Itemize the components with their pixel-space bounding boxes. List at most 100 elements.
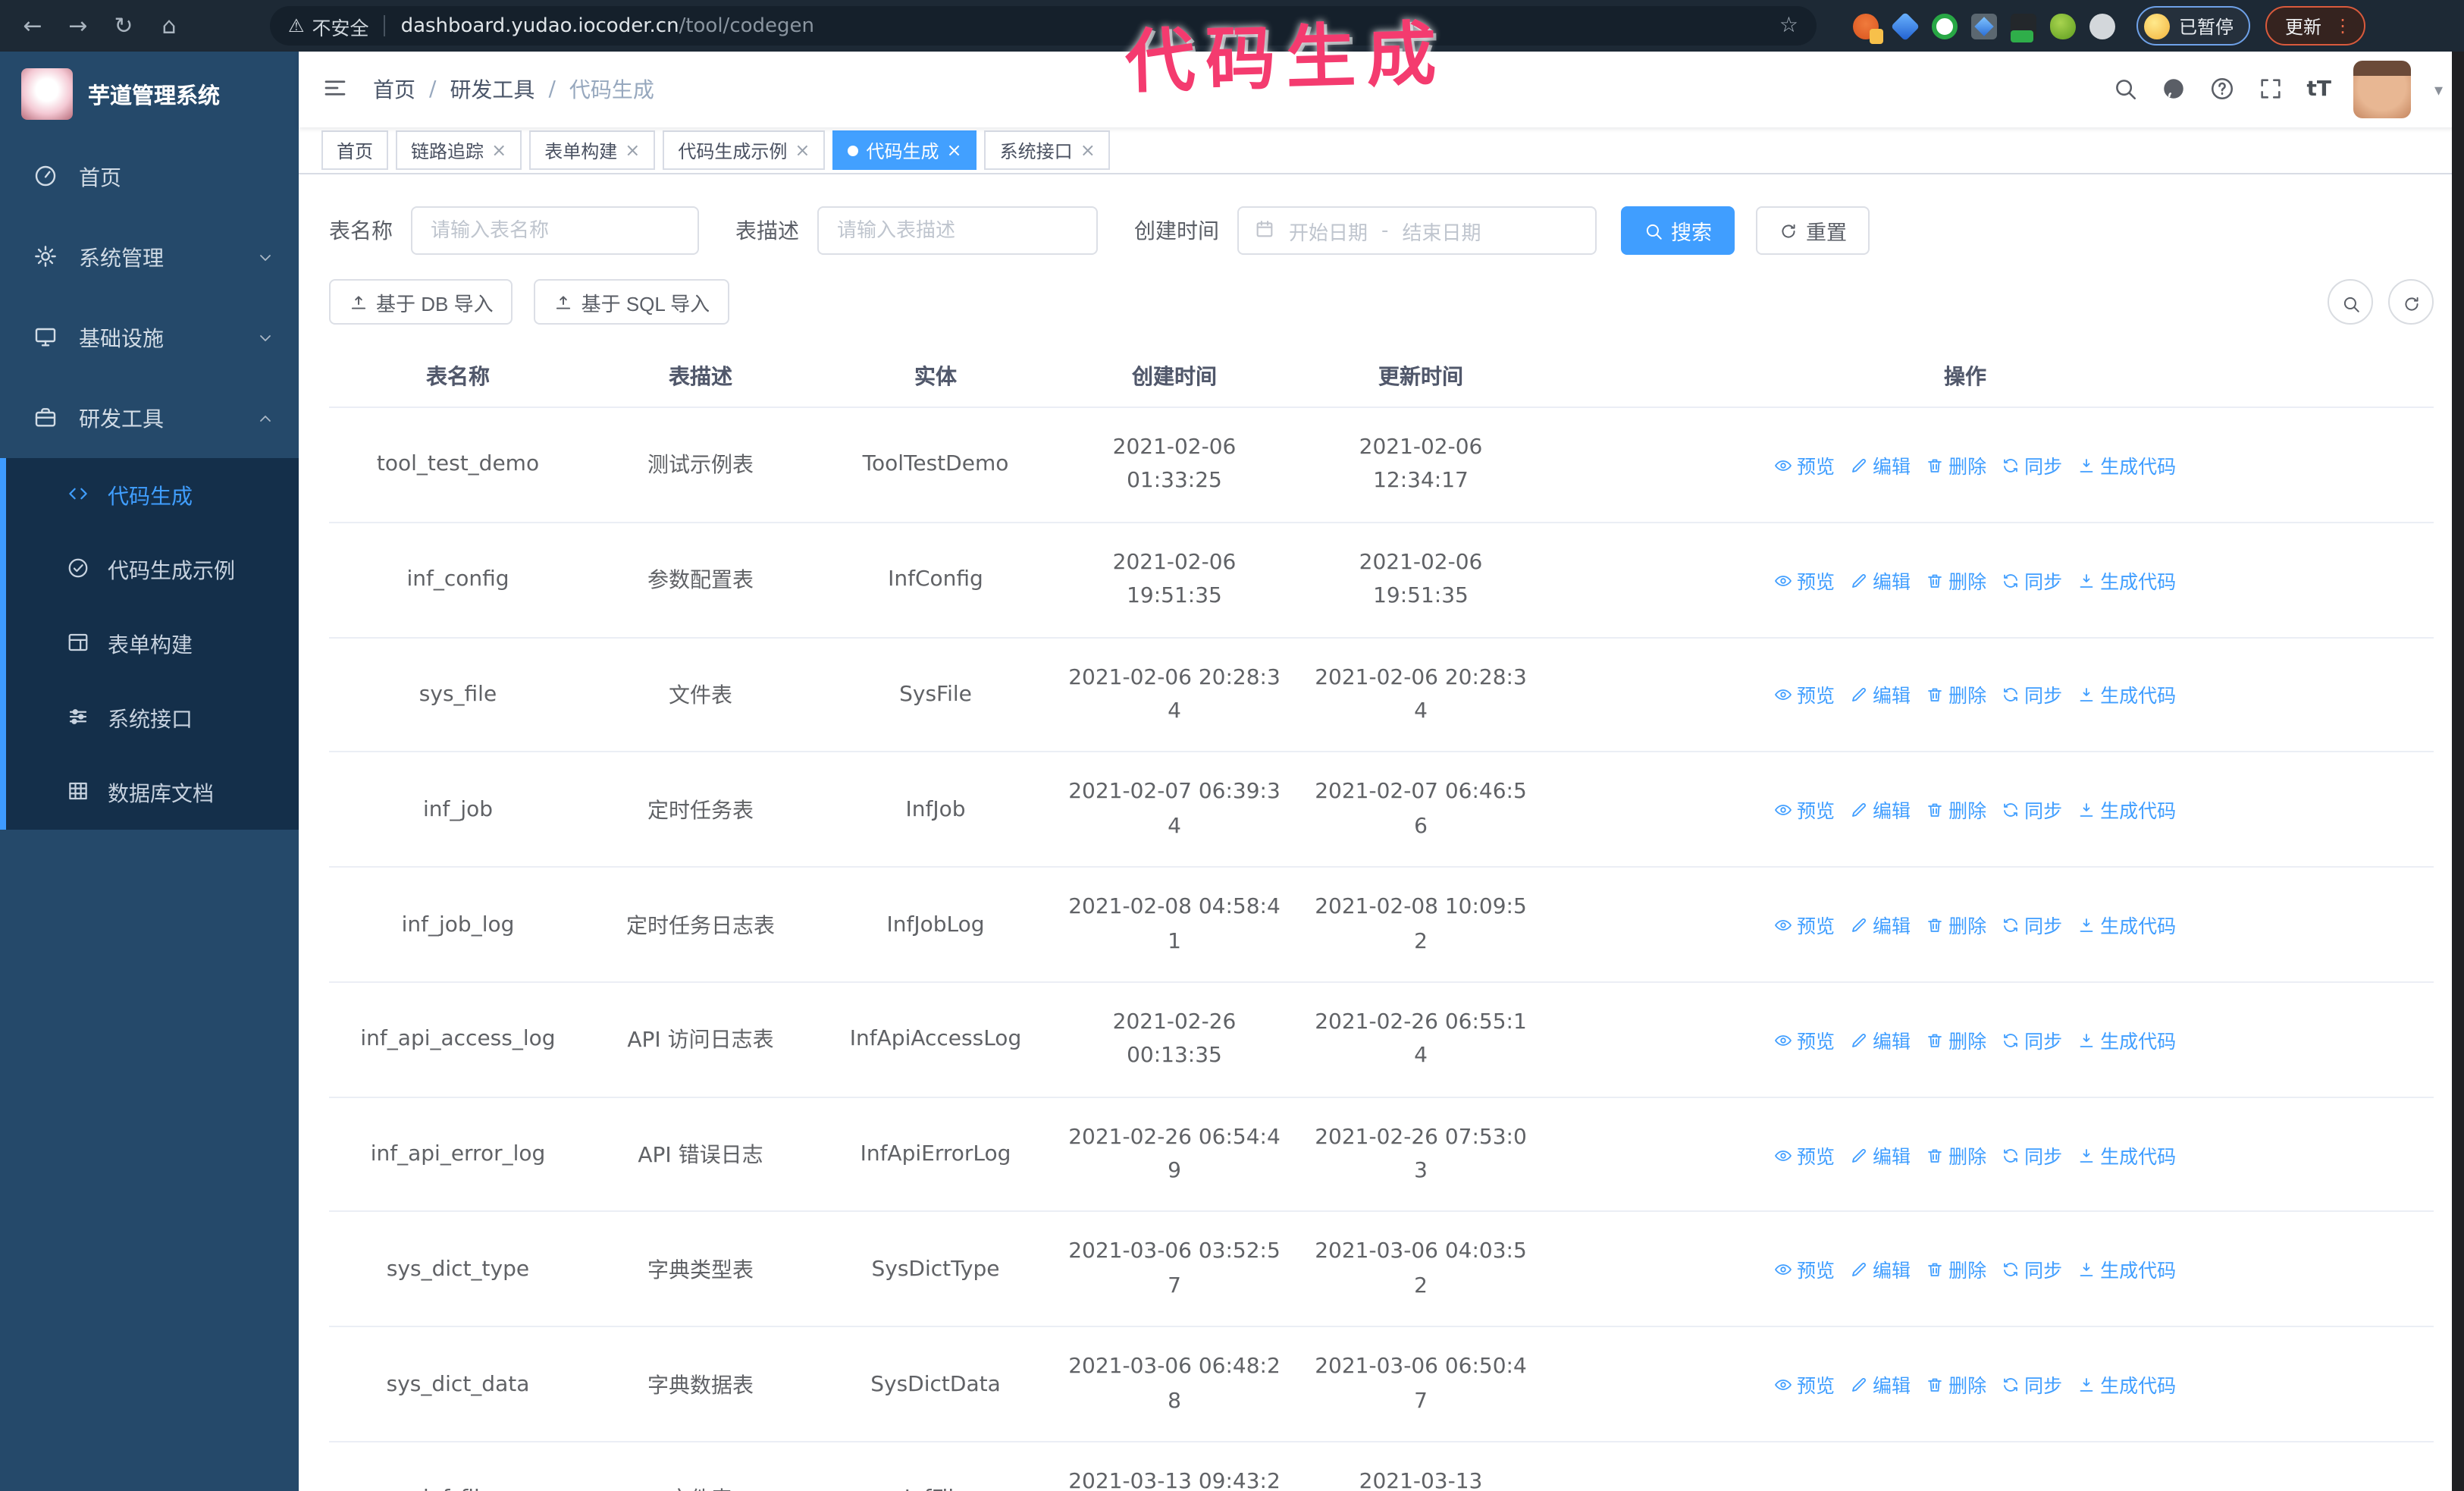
submenu-item-代码生成[interactable]: 代码生成 [6, 458, 299, 532]
search-button[interactable]: 搜索 [1621, 206, 1735, 255]
action-预览[interactable]: 预览 [1774, 1025, 1835, 1054]
browser-forward-icon[interactable]: → [65, 12, 91, 39]
sidebar-item-研发工具[interactable]: 研发工具 [0, 378, 299, 458]
breadcrumb-item[interactable]: 研发工具 [450, 74, 534, 105]
action-删除[interactable]: 删除 [1926, 1025, 1986, 1054]
action-同步[interactable]: 同步 [2002, 450, 2062, 479]
action-编辑[interactable]: 编辑 [1850, 1140, 1911, 1169]
action-生成代码[interactable]: 生成代码 [2077, 1140, 2176, 1169]
submenu-item-表单构建[interactable]: 表单构建 [6, 607, 299, 681]
action-同步[interactable]: 同步 [2002, 1140, 2062, 1169]
action-编辑[interactable]: 编辑 [1850, 1485, 1911, 1491]
action-编辑[interactable]: 编辑 [1850, 450, 1911, 479]
action-生成代码[interactable]: 生成代码 [2077, 910, 2176, 939]
action-生成代码[interactable]: 生成代码 [2077, 1025, 2176, 1054]
action-预览[interactable]: 预览 [1774, 1140, 1835, 1169]
action-预览[interactable]: 预览 [1774, 680, 1835, 709]
sidebar-item-首页[interactable]: 首页 [0, 137, 299, 217]
action-编辑[interactable]: 编辑 [1850, 1255, 1911, 1284]
submenu-item-数据库文档[interactable]: 数据库文档 [6, 755, 299, 830]
extension-icon[interactable] [1853, 13, 1883, 43]
puzzle-extension-icon[interactable] [2089, 13, 2115, 39]
action-预览[interactable]: 预览 [1774, 565, 1835, 594]
action-编辑[interactable]: 编辑 [1850, 910, 1911, 939]
action-预览[interactable]: 预览 [1774, 795, 1835, 824]
action-预览[interactable]: 预览 [1774, 1485, 1835, 1491]
table-desc-input[interactable] [817, 206, 1098, 255]
refresh-table-button[interactable] [2388, 279, 2434, 325]
chevron-down-icon[interactable]: ▾ [2434, 80, 2443, 99]
action-生成代码[interactable]: 生成代码 [2077, 565, 2176, 594]
scrollbar[interactable] [2452, 52, 2464, 1491]
action-生成代码[interactable]: 生成代码 [2077, 1255, 2176, 1284]
extension-icon[interactable] [1932, 13, 1958, 39]
bookmark-star-icon[interactable]: ☆ [1779, 14, 1798, 38]
import-db-button[interactable]: 基于 DB 导入 [329, 279, 513, 325]
action-删除[interactable]: 删除 [1926, 910, 1986, 939]
font-size-icon[interactable]: tT [2306, 77, 2331, 102]
action-生成代码[interactable]: 生成代码 [2077, 450, 2176, 479]
action-同步[interactable]: 同步 [2002, 1485, 2062, 1491]
avatar[interactable] [2353, 61, 2412, 118]
fullscreen-icon[interactable] [2258, 75, 2284, 104]
extension-icon[interactable] [2011, 13, 2036, 42]
toggle-search-button[interactable] [2328, 279, 2373, 325]
tab-close-icon[interactable]: × [625, 140, 640, 161]
action-删除[interactable]: 删除 [1926, 795, 1986, 824]
action-删除[interactable]: 删除 [1926, 1485, 1986, 1491]
browser-reload-icon[interactable]: ↻ [111, 12, 136, 39]
action-同步[interactable]: 同步 [2002, 565, 2062, 594]
app-logo[interactable]: 芋道管理系统 [0, 52, 299, 137]
extension-icon[interactable] [1890, 11, 1920, 41]
reset-button[interactable]: 重置 [1756, 206, 1870, 255]
tab-close-icon[interactable]: × [491, 140, 506, 161]
action-编辑[interactable]: 编辑 [1850, 795, 1911, 824]
action-预览[interactable]: 预览 [1774, 1255, 1835, 1284]
table-name-input[interactable] [411, 206, 699, 255]
action-同步[interactable]: 同步 [2002, 1370, 2062, 1398]
action-同步[interactable]: 同步 [2002, 1025, 2062, 1054]
tab-系统接口[interactable]: 系统接口 × [984, 130, 1111, 170]
tab-代码生成示例[interactable]: 代码生成示例 × [663, 130, 826, 170]
tab-close-icon[interactable]: × [947, 140, 962, 161]
action-生成代码[interactable]: 生成代码 [2077, 680, 2176, 709]
action-编辑[interactable]: 编辑 [1850, 1025, 1911, 1054]
date-range-picker[interactable]: 开始日期 - 结束日期 [1237, 206, 1597, 255]
action-生成代码[interactable]: 生成代码 [2077, 1485, 2176, 1491]
action-同步[interactable]: 同步 [2002, 910, 2062, 939]
action-生成代码[interactable]: 生成代码 [2077, 1370, 2176, 1398]
search-icon[interactable] [2112, 75, 2138, 104]
sidebar-item-系统管理[interactable]: 系统管理 [0, 217, 299, 297]
action-编辑[interactable]: 编辑 [1850, 565, 1911, 594]
extension-icon[interactable] [2050, 13, 2076, 39]
action-同步[interactable]: 同步 [2002, 1255, 2062, 1284]
breadcrumb-item[interactable]: 首页 [373, 74, 415, 105]
action-同步[interactable]: 同步 [2002, 680, 2062, 709]
action-编辑[interactable]: 编辑 [1850, 1370, 1911, 1398]
action-预览[interactable]: 预览 [1774, 910, 1835, 939]
submenu-item-代码生成示例[interactable]: 代码生成示例 [6, 532, 299, 607]
action-删除[interactable]: 删除 [1926, 1140, 1986, 1169]
address-bar[interactable]: ⚠ 不安全 dashboard.yudao.iocoder.cn /tool/c… [270, 6, 1817, 46]
browser-home-icon[interactable]: ⌂ [156, 12, 182, 39]
tab-close-icon[interactable]: × [795, 140, 810, 161]
tab-close-icon[interactable]: × [1080, 140, 1096, 161]
extension-icon[interactable] [1971, 13, 1997, 39]
tab-代码生成[interactable]: 代码生成 × [832, 130, 977, 170]
action-删除[interactable]: 删除 [1926, 450, 1986, 479]
action-删除[interactable]: 删除 [1926, 680, 1986, 709]
sidebar-collapse-icon[interactable] [321, 74, 349, 105]
browser-menu-icon[interactable]: ⋮ [2334, 15, 2352, 36]
action-预览[interactable]: 预览 [1774, 450, 1835, 479]
browser-back-icon[interactable]: ← [20, 12, 45, 39]
sidebar-item-基础设施[interactable]: 基础设施 [0, 297, 299, 378]
action-同步[interactable]: 同步 [2002, 795, 2062, 824]
action-删除[interactable]: 删除 [1926, 1255, 1986, 1284]
action-预览[interactable]: 预览 [1774, 1370, 1835, 1398]
tab-表单构建[interactable]: 表单构建 × [529, 130, 656, 170]
browser-update-button[interactable]: 更新 ⋮ [2265, 6, 2366, 46]
github-icon[interactable] [2161, 75, 2187, 104]
import-sql-button[interactable]: 基于 SQL 导入 [534, 279, 730, 325]
profile-paused-badge[interactable]: 已暂停 [2136, 6, 2251, 46]
action-删除[interactable]: 删除 [1926, 1370, 1986, 1398]
